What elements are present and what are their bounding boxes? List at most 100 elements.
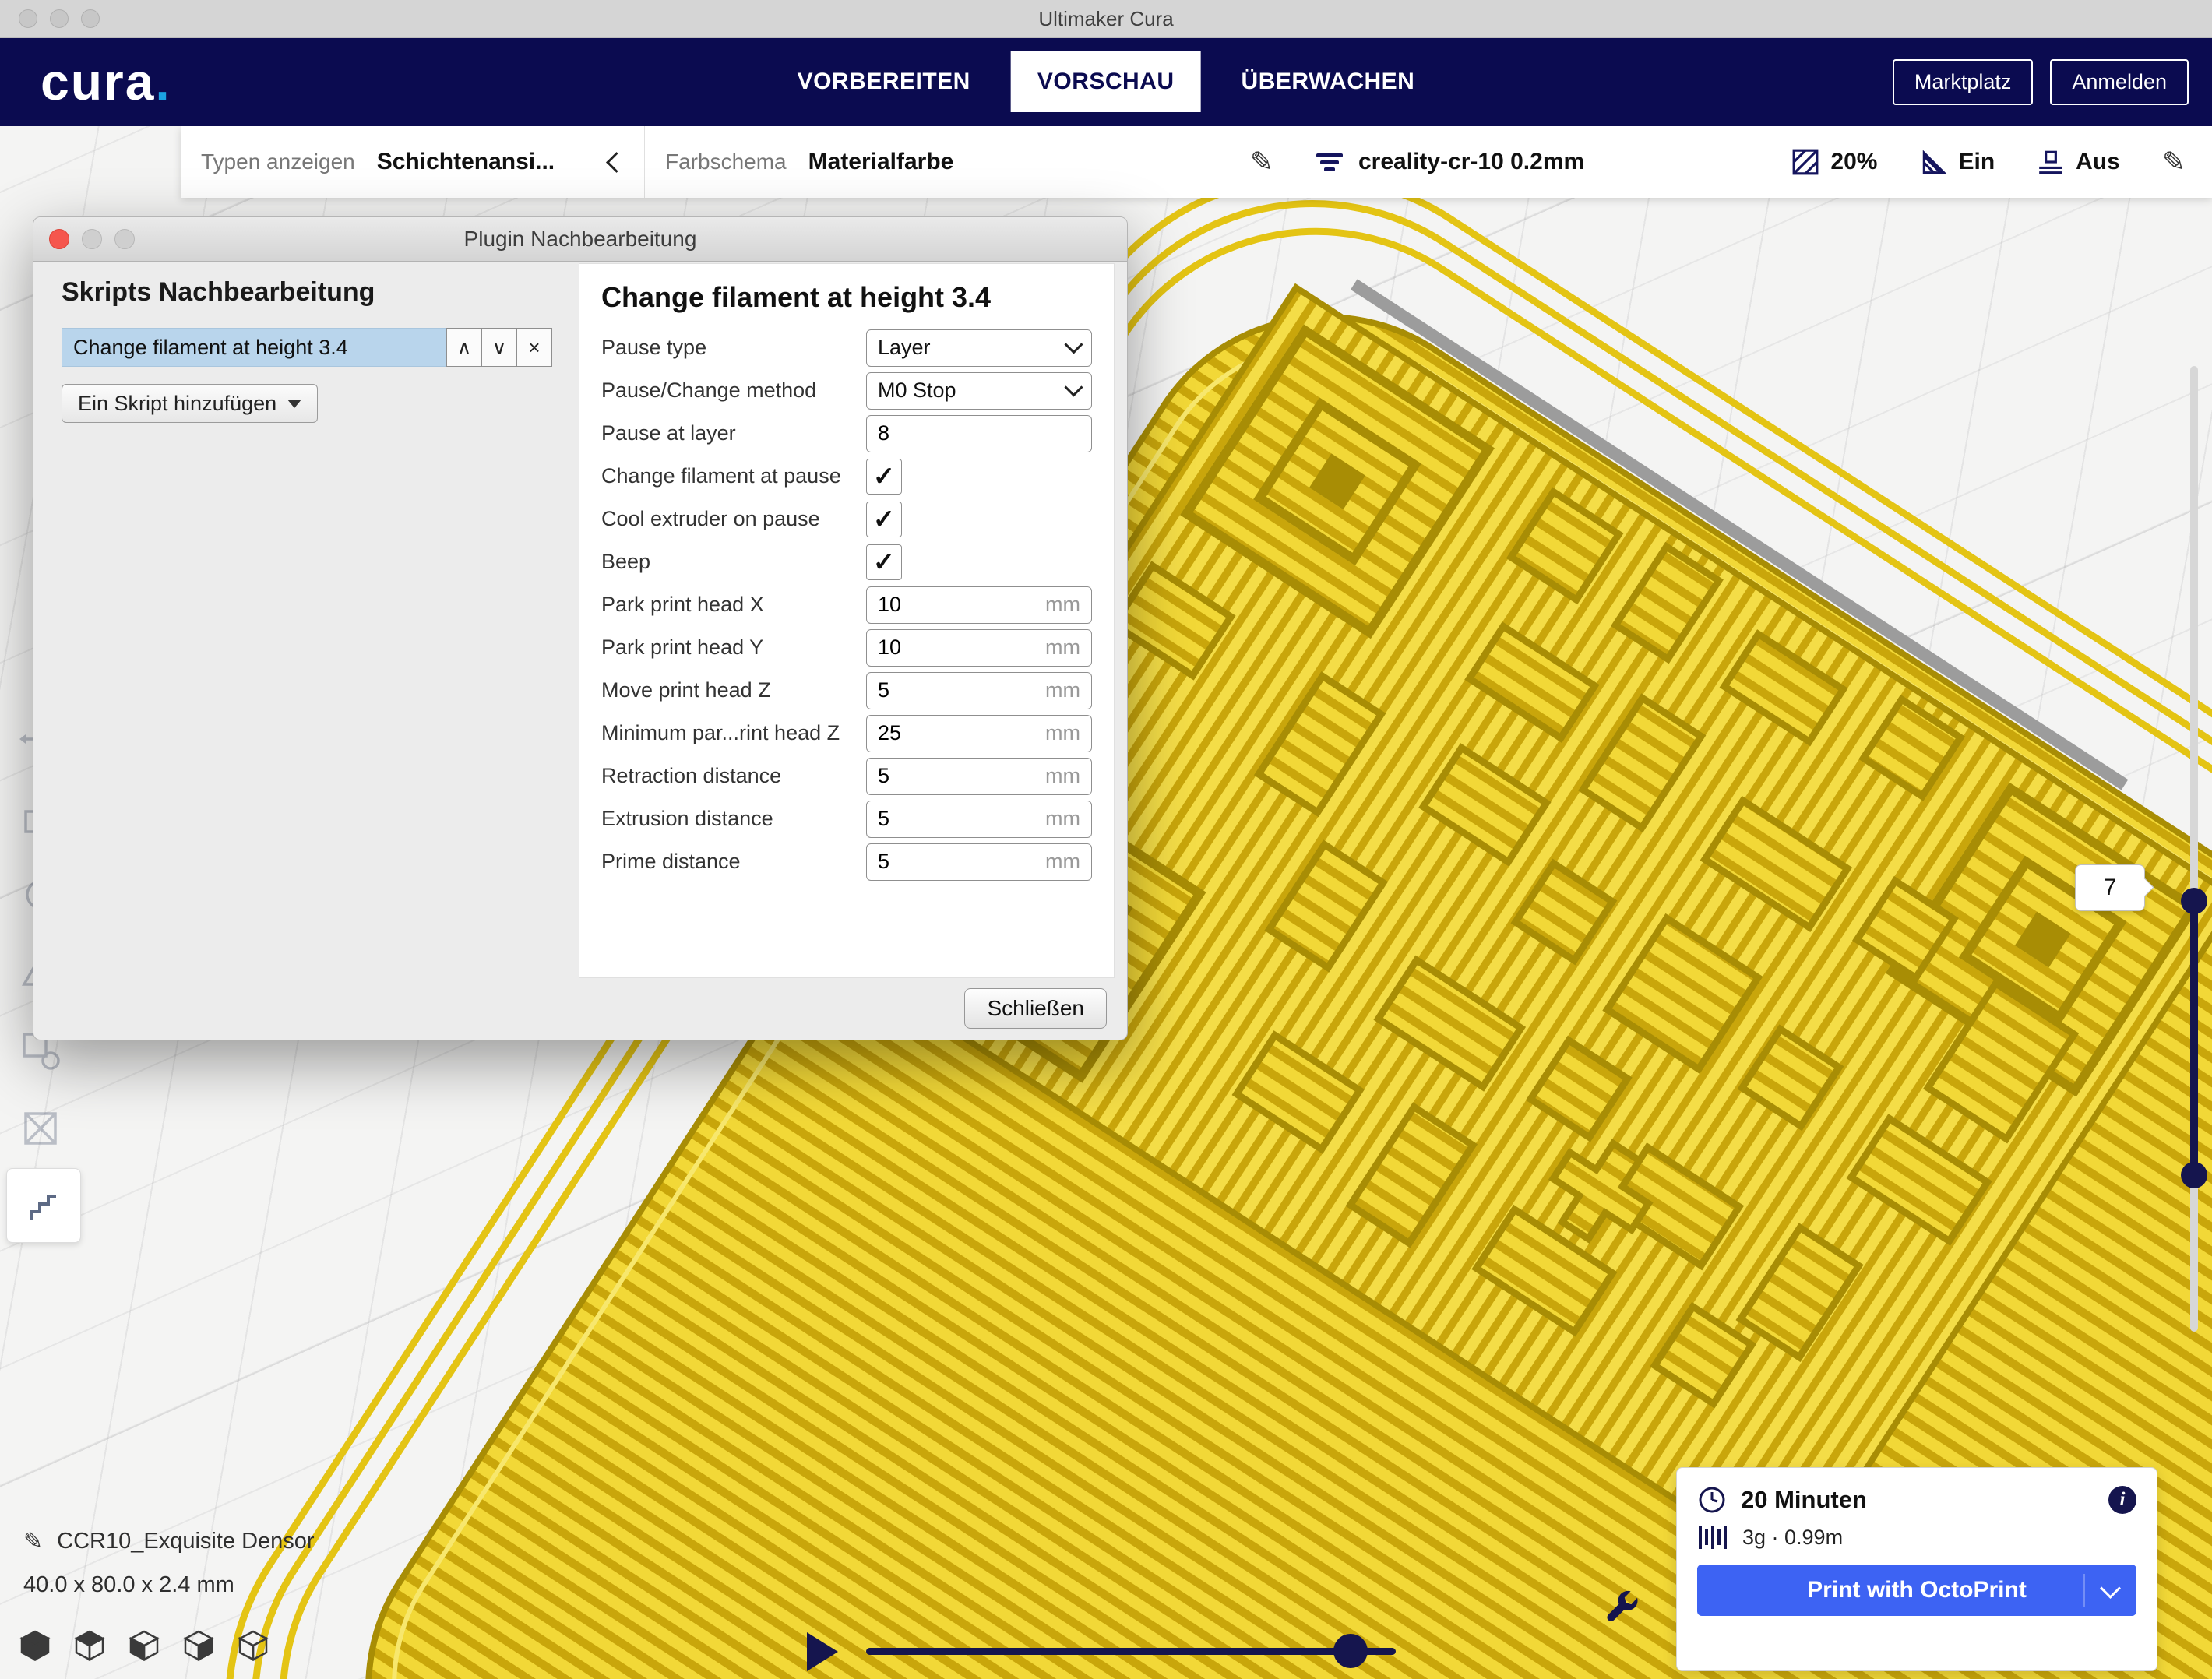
- park-print-head-x-input[interactable]: [878, 593, 1039, 617]
- add-script-button[interactable]: Ein Skript hinzufügen: [62, 384, 318, 423]
- dialog-close-button[interactable]: [49, 229, 69, 249]
- post-processing-dialog: Plugin Nachbearbeitung Skripts Nachbearb…: [33, 216, 1128, 1040]
- edit-print-settings-pencil-icon[interactable]: ✎: [2162, 148, 2186, 176]
- remove-script-button[interactable]: ×: [516, 328, 552, 367]
- prime-distance-input[interactable]: [878, 850, 1039, 874]
- printer-profile[interactable]: creality-cr-10 0.2mm: [1315, 149, 1584, 175]
- field-row: Extrusion distance mm: [601, 797, 1092, 840]
- change-filament-at-pause-checkbox[interactable]: ✓: [866, 459, 902, 495]
- caret-down-icon: [287, 400, 301, 408]
- unit-label: mm: [1045, 721, 1080, 745]
- edit-color-scheme-pencil-icon[interactable]: ✎: [1250, 148, 1273, 176]
- edit-model-name-pencil-icon[interactable]: ✎: [23, 1528, 43, 1555]
- chevron-down-icon: [1064, 378, 1083, 396]
- printer-profile-value: creality-cr-10 0.2mm: [1358, 149, 1584, 175]
- support-value: Ein: [1958, 149, 1995, 175]
- field-row: Move print head Z mm: [601, 669, 1092, 712]
- window-titlebar: Ultimaker Cura: [0, 0, 2212, 38]
- support-blocker-icon[interactable]: [18, 1106, 63, 1151]
- layer-slider-range[interactable]: [2190, 900, 2198, 1174]
- view-front-icon[interactable]: [72, 1628, 107, 1663]
- field-row: Retraction distance mm: [601, 755, 1092, 797]
- field-label: Cool extruder on pause: [601, 507, 866, 531]
- field-row: Change filament at pause ✓: [601, 455, 1092, 498]
- model-list-panel[interactable]: [6, 1168, 81, 1243]
- selected-script-item[interactable]: Change filament at height 3.4: [62, 328, 447, 367]
- print-time-estimate: 20 Minuten: [1741, 1486, 1867, 1514]
- move-script-down-button[interactable]: ∨: [481, 328, 517, 367]
- dialog-close-footer-button[interactable]: Schließen: [964, 988, 1107, 1029]
- path-slider-track[interactable]: [866, 1648, 1396, 1655]
- checkmark-icon: ✓: [873, 463, 896, 490]
- logo-dot: .: [155, 53, 171, 111]
- support-icon: [1919, 148, 1947, 176]
- view-top-icon[interactable]: [126, 1628, 162, 1663]
- adhesion-setting[interactable]: Aus: [2037, 148, 2120, 176]
- pause-at-layer-input[interactable]: [878, 421, 1074, 445]
- tab-preview[interactable]: VORSCHAU: [1011, 51, 1201, 112]
- field-row: Pause at layer: [601, 412, 1092, 455]
- print-summary-panel: 20 Minuten i 3g · 0.99m Print with OctoP…: [1676, 1467, 2157, 1671]
- move-print-head-z-input[interactable]: [878, 678, 1039, 702]
- chevron-down-icon[interactable]: [2100, 1578, 2121, 1599]
- model-info: ✎ CCR10_Exquisite Densor 40.0 x 80.0 x 2…: [23, 1528, 315, 1598]
- print-settings-summary[interactable]: creality-cr-10 0.2mm 20% Ein: [1294, 126, 2212, 198]
- color-scheme-selector[interactable]: Farbschema Materialfarbe ✎: [645, 126, 1294, 198]
- marketplace-button[interactable]: Marktplatz: [1893, 59, 2034, 105]
- field-label: Park print head Y: [601, 635, 866, 660]
- info-icon[interactable]: i: [2108, 1486, 2136, 1514]
- color-scheme-label: Farbschema: [665, 150, 787, 174]
- layer-slider-upper-handle[interactable]: [2181, 888, 2207, 914]
- header-buttons: Marktplatz Anmelden: [1893, 59, 2212, 105]
- tab-prepare[interactable]: VORBEREITEN: [771, 51, 997, 112]
- minimum-park-print-head-z-field: mm: [866, 715, 1092, 752]
- field-row: Park print head Y mm: [601, 626, 1092, 669]
- play-button[interactable]: [807, 1632, 838, 1671]
- pause-type-select[interactable]: Layer: [866, 329, 1092, 367]
- script-list: Change filament at height 3.4 ∧ ∨ ×: [62, 328, 552, 367]
- field-label: Retraction distance: [601, 764, 866, 788]
- minimum-park-print-head-z-input[interactable]: [878, 721, 1039, 745]
- extrusion-distance-input[interactable]: [878, 807, 1039, 831]
- tab-monitor[interactable]: ÜBERWACHEN: [1215, 51, 1442, 112]
- view-3d-icon[interactable]: [17, 1628, 53, 1663]
- adhesion-value: Aus: [2076, 149, 2120, 175]
- cool-extruder-on-pause-checkbox[interactable]: ✓: [866, 502, 902, 537]
- move-script-up-button[interactable]: ∧: [446, 328, 482, 367]
- dialog-zoom-button: [114, 229, 135, 249]
- chevron-left-icon[interactable]: [606, 152, 627, 173]
- pause-method-select[interactable]: M0 Stop: [866, 372, 1092, 410]
- view-type-value: Schichtenansi...: [377, 149, 555, 175]
- select-value: M0 Stop: [878, 378, 1061, 403]
- path-slider-handle[interactable]: [1333, 1634, 1368, 1668]
- print-settings-wrench-icon[interactable]: [1603, 1587, 1640, 1624]
- dialog-minimize-button: [82, 229, 102, 249]
- checkmark-icon: ✓: [873, 549, 896, 576]
- park-print-head-y-input[interactable]: [878, 635, 1039, 660]
- app-header: cura. VORBEREITEN VORSCHAU ÜBERWACHEN Ma…: [0, 37, 2212, 126]
- field-label: Pause type: [601, 336, 866, 360]
- field-row: Park print head X mm: [601, 583, 1092, 626]
- retraction-distance-input[interactable]: [878, 764, 1039, 788]
- field-row: Pause/Change method M0 Stop: [601, 369, 1092, 412]
- layer-indicator-badge[interactable]: 7: [2075, 864, 2145, 911]
- infill-icon: [1791, 148, 1819, 176]
- infill-setting[interactable]: 20%: [1791, 148, 1877, 176]
- field-label: Pause at layer: [601, 421, 866, 445]
- field-row: Beep ✓: [601, 540, 1092, 583]
- field-label: Change filament at pause: [601, 464, 866, 488]
- checkmark-icon: ✓: [873, 506, 896, 533]
- select-value: Layer: [878, 336, 1061, 360]
- view-type-selector[interactable]: Typen anzeigen Schichtenansi...: [181, 126, 645, 198]
- layer-slider-lower-handle[interactable]: [2181, 1162, 2207, 1188]
- sign-in-button[interactable]: Anmelden: [2050, 59, 2189, 105]
- view-left-icon[interactable]: [181, 1628, 217, 1663]
- clock-icon: [1697, 1485, 1727, 1515]
- support-setting[interactable]: Ein: [1919, 148, 1995, 176]
- adhesion-icon: [2037, 148, 2065, 176]
- beep-checkbox[interactable]: ✓: [866, 544, 902, 580]
- model-name: CCR10_Exquisite Densor: [57, 1529, 314, 1554]
- view-right-icon[interactable]: [235, 1628, 271, 1663]
- print-with-octoprint-button[interactable]: Print with OctoPrint: [1697, 1565, 2136, 1616]
- unit-label: mm: [1045, 764, 1080, 788]
